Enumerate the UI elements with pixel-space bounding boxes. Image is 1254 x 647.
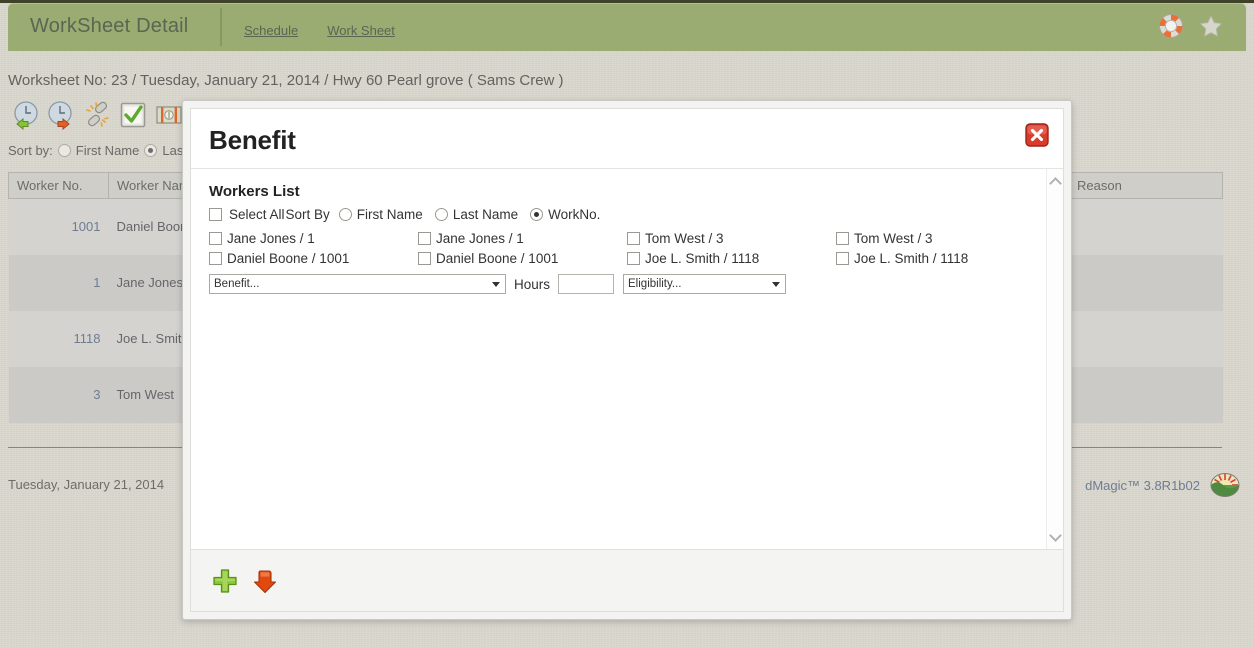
worker-checkbox[interactable]: [418, 232, 431, 245]
workers-checkbox-grid: Jane Jones / 1 Jane Jones / 1 Tom West /…: [209, 231, 1028, 266]
dialog-title: Benefit: [209, 125, 296, 155]
cell-worker-no: 1118: [8, 310, 109, 367]
page-sort-radio-last-name[interactable]: [144, 144, 158, 157]
worker-label: Tom West / 3: [645, 231, 724, 246]
workers-list-heading: Workers List: [209, 183, 300, 200]
chevron-down-icon: [772, 282, 781, 287]
worker-checkbox[interactable]: [209, 232, 222, 245]
worker-checkbox-item[interactable]: Jane Jones / 1: [209, 231, 418, 246]
dialog-scroll-content: Workers List Select All Sort By First Na…: [191, 169, 1046, 549]
worker-checkbox-item[interactable]: Joe L. Smith / 1118: [836, 251, 1045, 266]
footer-version-text: dMagic™ 3.8R1b02: [1085, 477, 1200, 493]
benefit-select[interactable]: Benefit...: [209, 274, 506, 294]
select-all-and-sort-row: Select All Sort By First Name Last Name …: [209, 207, 1028, 222]
star-icon[interactable]: [1198, 13, 1224, 39]
sort-label-first-name: First Name: [356, 207, 423, 222]
dialog-footer: [191, 549, 1063, 611]
lifebuoy-icon[interactable]: [1158, 13, 1184, 39]
sunrise-logo-icon: [1210, 470, 1240, 500]
app-header: WorkSheet Detail Schedule Work Sheet: [8, 3, 1246, 51]
worker-checkbox-item[interactable]: Daniel Boone / 1001: [418, 251, 627, 266]
worker-checkbox[interactable]: [836, 232, 849, 245]
worker-checkbox[interactable]: [209, 252, 222, 265]
dialog-titlebar: Benefit: [191, 109, 1063, 169]
eligibility-select[interactable]: Eligibility...: [623, 274, 787, 294]
sort-label-last-name: Last Name: [452, 207, 519, 222]
orange-down-arrow-icon[interactable]: [251, 567, 279, 595]
approve-check-icon[interactable]: [118, 100, 148, 130]
sort-radio-last-name[interactable]: [434, 208, 448, 221]
worker-label: Daniel Boone / 1001: [227, 251, 350, 266]
sort-by-label: Sort By: [285, 207, 330, 222]
worker-checkbox[interactable]: [627, 252, 640, 265]
worksheet-summary-line: Worksheet No: 23 / Tuesday, January 21, …: [8, 72, 564, 89]
payroll-icon[interactable]: [154, 100, 184, 130]
sort-radio-work-no[interactable]: [530, 208, 544, 221]
column-header-worker-no[interactable]: Worker No.: [8, 172, 109, 199]
sort-radio-first-name[interactable]: [338, 208, 352, 221]
sort-label-work-no: WorkNo.: [548, 207, 601, 222]
clock-in-icon[interactable]: [10, 100, 40, 130]
cell-reason: [1068, 198, 1223, 255]
cell-reason: [1068, 254, 1223, 311]
header-divider: [220, 8, 222, 46]
page-sort-label-first-name: First Name: [75, 143, 140, 158]
worker-label: Tom West / 3: [854, 231, 933, 246]
hours-input[interactable]: [558, 274, 615, 294]
benefit-dialog: Benefit Workers List Select All Sort By …: [182, 100, 1072, 620]
cell-reason: [1068, 310, 1223, 367]
worker-label: Jane Jones / 1: [227, 231, 315, 246]
worker-label: Joe L. Smith / 1118: [854, 251, 969, 266]
benefit-select-value: Benefit...: [214, 278, 260, 290]
select-all-label: Select All: [229, 207, 285, 222]
column-header-reason[interactable]: Reason: [1068, 172, 1223, 199]
chevron-down-icon: [1049, 528, 1062, 542]
header-icon-group: [1158, 13, 1224, 39]
worker-label: Jane Jones / 1: [436, 231, 524, 246]
clock-out-icon[interactable]: [46, 100, 76, 130]
worker-checkbox[interactable]: [836, 252, 849, 265]
benefit-controls-row: Benefit... Hours Eligibility...: [209, 274, 1028, 294]
chevron-down-icon: [492, 282, 500, 287]
cell-reason: [1068, 366, 1223, 423]
green-plus-icon[interactable]: [211, 567, 239, 595]
cell-worker-no: 1001: [8, 198, 109, 255]
worker-label: Daniel Boone / 1001: [436, 251, 559, 266]
nav-link-schedule[interactable]: Schedule: [244, 23, 298, 38]
worker-checkbox[interactable]: [627, 232, 640, 245]
page-sort-by-label: Sort by:: [8, 143, 53, 158]
page-sort-radio-first-name[interactable]: [57, 144, 71, 157]
worker-checkbox-item[interactable]: Jane Jones / 1: [418, 231, 627, 246]
header-nav: Schedule Work Sheet: [244, 23, 395, 38]
select-all-checkbox[interactable]: [209, 208, 222, 221]
hours-label: Hours: [514, 276, 551, 292]
chevron-up-icon: [1049, 176, 1062, 190]
dialog-scrollbar[interactable]: [1046, 169, 1063, 549]
worker-checkbox-item[interactable]: Tom West / 3: [836, 231, 1045, 246]
nav-link-work-sheet[interactable]: Work Sheet: [327, 23, 395, 38]
worker-label: Joe L. Smith / 1118: [645, 251, 760, 266]
cell-worker-no: 3: [8, 366, 109, 423]
footer-branding: dMagic™ 3.8R1b02: [1085, 470, 1240, 500]
worker-checkbox-item[interactable]: Tom West / 3: [627, 231, 836, 246]
cell-worker-no: 1: [8, 254, 109, 311]
header-tab-background: [8, 3, 1246, 51]
toolbar: [10, 100, 184, 130]
eligibility-select-value: Eligibility...: [628, 278, 682, 290]
footer-date: Tuesday, January 21, 2014: [8, 477, 165, 492]
worker-checkbox-item[interactable]: Daniel Boone / 1001: [209, 251, 418, 266]
scrollbar-down-arrow[interactable]: [1047, 528, 1063, 545]
benefit-dialog-inner: Benefit Workers List Select All Sort By …: [190, 108, 1064, 612]
dialog-body: Workers List Select All Sort By First Na…: [191, 169, 1063, 549]
close-icon[interactable]: [1025, 123, 1049, 147]
worker-checkbox[interactable]: [418, 252, 431, 265]
worker-checkbox-item[interactable]: Joe L. Smith / 1118: [627, 251, 836, 266]
scrollbar-up-arrow[interactable]: [1047, 173, 1063, 190]
broken-link-icon[interactable]: [82, 100, 112, 130]
page-title: WorkSheet Detail: [30, 15, 189, 37]
